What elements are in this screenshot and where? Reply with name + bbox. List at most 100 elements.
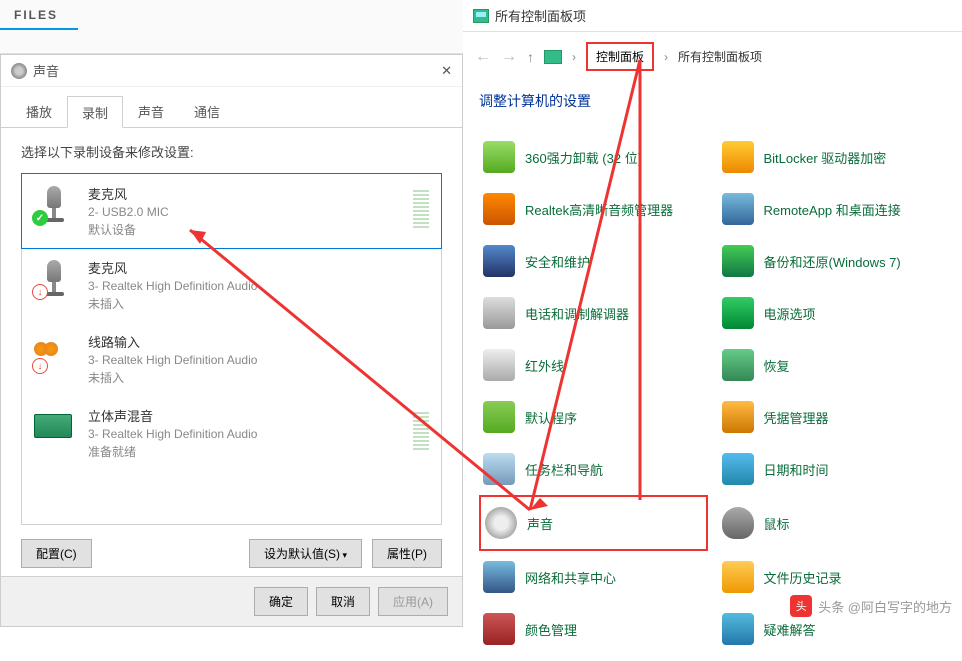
cp-item-label: 日期和时间 xyxy=(764,460,829,479)
tab-communication[interactable]: 通信 xyxy=(179,95,235,127)
sound-title-text: 声音 xyxy=(33,61,59,80)
cp-item-label: Realtek高清晰音频管理器 xyxy=(525,200,673,219)
control-panel-icon xyxy=(473,9,489,23)
cp-item[interactable]: 任务栏和导航 xyxy=(479,443,708,495)
cp-item[interactable]: RemoteApp 和桌面连接 xyxy=(718,183,947,235)
configure-button[interactable]: 配置(C) xyxy=(21,539,92,568)
uninstall-icon xyxy=(483,141,515,173)
cp-items-grid: 360强力卸载 (32 位) BitLocker 驱动器加密 Realtek高清… xyxy=(463,125,962,661)
cp-item[interactable]: 360强力卸载 (32 位) xyxy=(479,131,708,183)
credential-icon xyxy=(722,401,754,433)
phone-icon xyxy=(483,297,515,329)
tab-sounds[interactable]: 声音 xyxy=(123,95,179,127)
nav-bar: ← → ↑ › 控制面板 › 所有控制面板项 xyxy=(463,32,962,81)
color-mgmt-icon xyxy=(483,613,515,645)
cp-item-label: 电源选项 xyxy=(764,304,816,323)
level-meter xyxy=(413,184,429,228)
cp-item-label: 默认程序 xyxy=(525,408,577,427)
tab-playback[interactable]: 播放 xyxy=(11,95,67,127)
cp-item[interactable]: 凭据管理器 xyxy=(718,391,947,443)
device-name: 线路输入 xyxy=(88,332,429,351)
tab-recording[interactable]: 录制 xyxy=(67,96,123,128)
microphone-icon: ✓ xyxy=(34,184,74,224)
cp-item[interactable]: 默认程序 xyxy=(479,391,708,443)
watermark-text: 头条 @阿白写字的地方 xyxy=(818,597,952,616)
cp-item-label: 任务栏和导航 xyxy=(525,460,603,479)
apply-button[interactable]: 应用(A) xyxy=(378,587,448,616)
cp-item-label: 安全和维护 xyxy=(525,252,590,271)
bitlocker-icon xyxy=(722,141,754,173)
device-row[interactable]: ✓ 麦克风 2- USB2.0 MIC 默认设备 xyxy=(21,173,442,249)
device-status: 未插入 xyxy=(88,295,429,312)
cancel-button[interactable]: 取消 xyxy=(316,587,370,616)
instruction-text: 选择以下录制设备来修改设置: xyxy=(21,142,442,161)
control-panel-icon xyxy=(544,50,562,64)
cp-heading: 调整计算机的设置 xyxy=(463,81,962,125)
device-row[interactable]: ↓ 线路输入 3- Realtek High Definition Audio … xyxy=(22,322,441,396)
back-icon[interactable]: ← xyxy=(475,48,491,66)
cp-item[interactable]: 日期和时间 xyxy=(718,443,947,495)
filehistory-icon xyxy=(722,561,754,593)
device-name: 立体声混音 xyxy=(88,406,399,425)
breadcrumb[interactable]: 所有控制面板项 xyxy=(678,48,762,65)
cp-item-label: 电话和调制解调器 xyxy=(525,304,629,323)
cp-item[interactable]: BitLocker 驱动器加密 xyxy=(718,131,947,183)
cp-item-label: BitLocker 驱动器加密 xyxy=(764,148,887,167)
device-sub: 3- Realtek High Definition Audio xyxy=(88,427,399,441)
cp-item[interactable]: 电源选项 xyxy=(718,287,947,339)
device-sub: 3- Realtek High Definition Audio xyxy=(88,279,429,293)
cp-item-label: RemoteApp 和桌面连接 xyxy=(764,200,901,219)
check-badge-icon: ✓ xyxy=(32,210,48,226)
sound-tabs: 播放 录制 声音 通信 xyxy=(1,87,462,128)
power-icon xyxy=(722,297,754,329)
soundcard-icon xyxy=(34,406,74,446)
cp-item-sound-highlighted[interactable]: 声音 xyxy=(479,495,708,551)
breadcrumb-highlighted[interactable]: 控制面板 xyxy=(586,42,654,71)
device-name: 麦克风 xyxy=(88,184,399,203)
infrared-icon xyxy=(483,349,515,381)
cp-item[interactable]: 颜色管理 xyxy=(479,603,708,655)
error-badge-icon: ↓ xyxy=(32,358,48,374)
set-default-button[interactable]: 设为默认值(S) xyxy=(249,539,362,568)
cp-item[interactable]: 网络和共享中心 xyxy=(479,551,708,603)
cp-item[interactable]: 恢复 xyxy=(718,339,947,391)
cp-item[interactable]: 备份和还原(Windows 7) xyxy=(718,235,947,287)
device-row[interactable]: 立体声混音 3- Realtek High Definition Audio 准… xyxy=(22,396,441,470)
device-row[interactable]: ↓ 麦克风 3- Realtek High Definition Audio 未… xyxy=(22,248,441,322)
cp-item-label: 疑难解答 xyxy=(764,620,816,639)
device-name: 麦克风 xyxy=(88,258,429,277)
default-programs-icon xyxy=(483,401,515,433)
cp-item-label: 红外线 xyxy=(525,356,564,375)
close-icon[interactable]: ✕ xyxy=(441,63,452,79)
troubleshoot-icon xyxy=(722,613,754,645)
network-icon xyxy=(483,561,515,593)
cp-item-label: 360强力卸载 (32 位) xyxy=(525,148,642,167)
device-sub: 2- USB2.0 MIC xyxy=(88,205,399,219)
cp-item-label: 凭据管理器 xyxy=(764,408,829,427)
cp-item[interactable]: 电话和调制解调器 xyxy=(479,287,708,339)
cp-item-label: 备份和还原(Windows 7) xyxy=(764,252,901,271)
cp-item[interactable]: 安全和维护 xyxy=(479,235,708,287)
ok-button[interactable]: 确定 xyxy=(254,587,308,616)
cp-item[interactable]: 鼠标 xyxy=(718,495,947,551)
sound-icon xyxy=(485,507,517,539)
chevron-right-icon: › xyxy=(572,50,576,64)
cp-item-label: 网络和共享中心 xyxy=(525,568,616,587)
files-tab[interactable]: FILES xyxy=(0,0,78,30)
watermark-icon: 头 xyxy=(790,595,812,617)
device-status: 默认设备 xyxy=(88,221,399,238)
forward-icon[interactable]: → xyxy=(501,48,517,66)
device-list: ✓ 麦克风 2- USB2.0 MIC 默认设备 ↓ xyxy=(21,173,442,525)
up-icon[interactable]: ↑ xyxy=(527,49,534,65)
cp-item-label: 声音 xyxy=(527,514,553,533)
sound-title-bar: 声音 ✕ xyxy=(1,55,462,87)
error-badge-icon: ↓ xyxy=(32,284,48,300)
cp-item-label: 文件历史记录 xyxy=(764,568,842,587)
speaker-icon xyxy=(11,63,27,79)
device-status: 准备就绪 xyxy=(88,443,399,460)
properties-button[interactable]: 属性(P) xyxy=(372,539,442,568)
cp-item[interactable]: Realtek高清晰音频管理器 xyxy=(479,183,708,235)
cp-item-label: 颜色管理 xyxy=(525,620,577,639)
realtek-icon xyxy=(483,193,515,225)
cp-item[interactable]: 红外线 xyxy=(479,339,708,391)
